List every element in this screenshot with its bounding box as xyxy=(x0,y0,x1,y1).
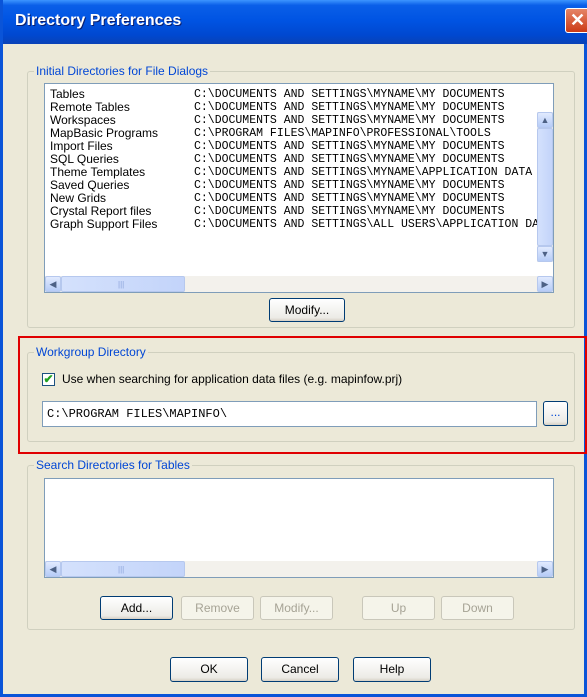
horizontal-scrollbar[interactable]: ◀ ||| ▶ xyxy=(45,276,553,292)
list-item[interactable]: Graph Support Files C:\DOCUMENTS AND SETT… xyxy=(48,218,553,231)
help-button[interactable]: Help xyxy=(353,657,431,682)
modify-button[interactable]: Modify... xyxy=(269,298,345,322)
list-item[interactable]: Saved Queries C:\DOCUMENTS AND SETTINGS\M… xyxy=(48,179,553,192)
scroll-right-button[interactable]: ▶ xyxy=(537,561,553,577)
title-bar[interactable]: Directory Preferences ✕ xyxy=(3,0,587,44)
dialog-window: Directory Preferences ✕ Initial Director… xyxy=(0,0,587,697)
chevron-down-icon: ▼ xyxy=(540,249,550,259)
up-button[interactable]: Up xyxy=(362,596,435,620)
scroll-thumb[interactable] xyxy=(537,128,553,246)
chevron-right-icon: ▶ xyxy=(541,279,549,289)
horizontal-scrollbar[interactable]: ◀ ||| ▶ xyxy=(45,561,553,577)
initial-directories-list[interactable]: Tables C:\DOCUMENTS AND SETTINGS\MYNAME\M… xyxy=(44,83,554,293)
initial-directories-label: Initial Directories for File Dialogs xyxy=(34,64,211,78)
scroll-right-button[interactable]: ▶ xyxy=(537,276,553,292)
vertical-scrollbar[interactable]: ▲ ▼ xyxy=(537,112,553,262)
scroll-down-button[interactable]: ▼ xyxy=(537,246,553,262)
cancel-button[interactable]: Cancel xyxy=(261,657,339,682)
list-item[interactable]: Tables C:\DOCUMENTS AND SETTINGS\MYNAME\M… xyxy=(48,88,553,101)
chevron-left-icon: ◀ xyxy=(49,279,57,289)
chevron-up-icon: ▲ xyxy=(540,115,550,125)
scroll-left-button[interactable]: ◀ xyxy=(45,276,61,292)
list-item[interactable]: Theme Templates C:\DOCUMENTS AND SETTINGS… xyxy=(48,166,553,179)
list-item[interactable]: Remote Tables C:\DOCUMENTS AND SETTINGS\M… xyxy=(48,101,553,114)
remove-button[interactable]: Remove xyxy=(181,596,254,620)
scroll-left-button[interactable]: ◀ xyxy=(45,561,61,577)
list-item[interactable]: SQL Queries C:\DOCUMENTS AND SETTINGS\MYN… xyxy=(48,153,553,166)
close-button[interactable]: ✕ xyxy=(565,8,587,33)
add-button[interactable]: Add... xyxy=(100,596,173,620)
grip-icon: ||| xyxy=(118,565,125,574)
list-rows: Tables C:\DOCUMENTS AND SETTINGS\MYNAME\M… xyxy=(48,88,553,248)
scroll-thumb[interactable]: ||| xyxy=(61,276,185,292)
chevron-left-icon: ◀ xyxy=(49,564,57,574)
search-directories-label: Search Directories for Tables xyxy=(34,458,192,472)
ok-button[interactable]: OK xyxy=(170,657,248,682)
scroll-up-button[interactable]: ▲ xyxy=(537,112,553,128)
highlight-frame xyxy=(18,336,587,454)
list-item[interactable]: New Grids C:\DOCUMENTS AND SETTINGS\MYNAM… xyxy=(48,192,553,205)
initial-directories-group: Initial Directories for File Dialogs Tab… xyxy=(27,64,575,328)
search-directories-list[interactable]: ◀ ||| ▶ xyxy=(44,478,554,578)
window-title: Directory Preferences xyxy=(15,12,182,29)
close-icon: ✕ xyxy=(569,10,586,30)
list-item[interactable]: Workspaces C:\DOCUMENTS AND SETTINGS\MYNA… xyxy=(48,114,553,127)
modify-search-button[interactable]: Modify... xyxy=(260,596,333,620)
scroll-thumb[interactable]: ||| xyxy=(61,561,185,577)
down-button[interactable]: Down xyxy=(441,596,514,620)
list-item[interactable]: Import Files C:\DOCUMENTS AND SETTINGS\MY… xyxy=(48,140,553,153)
list-item[interactable]: MapBasic Programs C:\PROGRAM FILES\MAPINF… xyxy=(48,127,553,140)
search-directories-group: Search Directories for Tables ◀ ||| ▶ Ad… xyxy=(27,458,575,630)
grip-icon: ||| xyxy=(118,280,125,289)
chevron-right-icon: ▶ xyxy=(541,564,549,574)
list-item[interactable]: Crystal Report files C:\DOCUMENTS AND SET… xyxy=(48,205,553,218)
